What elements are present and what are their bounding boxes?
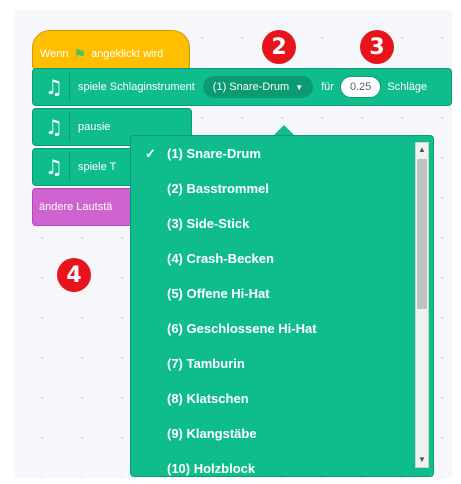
green-flag-icon: ⚑ <box>73 45 87 62</box>
selected-instrument: (1) Snare-Drum <box>212 81 290 93</box>
option-label: (3) Side-Stick <box>167 216 250 231</box>
dropdown-option[interactable]: (7) Tamburin <box>131 346 433 381</box>
option-label: (10) Holzblock <box>167 461 256 476</box>
marker-4: 4 <box>57 258 91 292</box>
option-label: (7) Tamburin <box>167 356 245 371</box>
change-volume-block[interactable]: ändere Lautstä <box>32 188 142 226</box>
code-area: Wenn ⚑ angeklickt wird ♫ spiele Schlagin… <box>14 10 452 478</box>
dropdown-option[interactable]: (6) Geschlossene Hi-Hat <box>131 311 433 346</box>
instrument-dropdown[interactable]: (1) Snare-Drum ▼ <box>202 76 314 98</box>
option-label: (2) Basstrommel <box>167 181 269 196</box>
beats-input[interactable]: 0.25 <box>339 76 382 98</box>
option-label: (5) Offene Hi-Hat <box>167 286 270 301</box>
play-note-label: spiele T <box>78 161 117 173</box>
pause-label: pausie <box>78 121 111 133</box>
option-label: (6) Geschlossene Hi-Hat <box>167 321 317 336</box>
play-drum-block[interactable]: ♫ spiele Schlaginstrument (1) Snare-Drum… <box>32 68 452 106</box>
change-volume-label: ändere Lautstä <box>39 201 113 213</box>
music-notes-icon: ♫ <box>39 112 70 142</box>
scrollbar-thumb[interactable] <box>417 159 427 309</box>
music-notes-icon: ♫ <box>39 152 70 182</box>
checkmark-icon: ✓ <box>145 145 156 161</box>
dropdown-option[interactable]: (9) Klangstäbe <box>131 416 433 451</box>
dropdown-option[interactable]: (3) Side-Stick <box>131 206 433 241</box>
marker-3: 3 <box>360 30 394 64</box>
play-drum-label: spiele Schlaginstrument <box>78 81 195 93</box>
dropdown-pointer <box>274 125 294 135</box>
dropdown-option[interactable]: (8) Klatschen <box>131 381 433 416</box>
option-label: (4) Crash-Becken <box>167 251 274 266</box>
dropdown-option[interactable]: (2) Basstrommel <box>131 171 433 206</box>
hat-text-when: Wenn <box>40 48 69 60</box>
music-notes-icon: ♫ <box>39 72 70 102</box>
marker-2: 2 <box>262 30 296 64</box>
dropdown-option[interactable]: ✓ (1) Snare-Drum <box>131 136 433 171</box>
when-flag-clicked-block[interactable]: Wenn ⚑ angeklickt wird <box>32 30 190 70</box>
caret-down-icon: ▼ <box>295 82 304 92</box>
for-label: für <box>321 81 334 93</box>
dropdown-option[interactable]: (4) Crash-Becken <box>131 241 433 276</box>
dropdown-option[interactable]: (5) Offene Hi-Hat <box>131 276 433 311</box>
dropdown-option[interactable]: (10) Holzblock <box>131 451 433 476</box>
option-label: (8) Klatschen <box>167 391 249 406</box>
option-label: (1) Snare-Drum <box>167 146 261 161</box>
beats-label: Schläge <box>387 81 428 93</box>
scroll-down-icon[interactable]: ▼ <box>416 453 428 467</box>
option-label: (9) Klangstäbe <box>167 426 257 441</box>
instrument-dropdown-menu: ✓ (1) Snare-Drum (2) Basstrommel (3) Side… <box>130 135 434 477</box>
dropdown-scrollbar[interactable]: ▲ ▼ <box>415 142 429 468</box>
hat-text-clicked: angeklickt wird <box>91 48 164 60</box>
scroll-up-icon[interactable]: ▲ <box>416 143 428 157</box>
